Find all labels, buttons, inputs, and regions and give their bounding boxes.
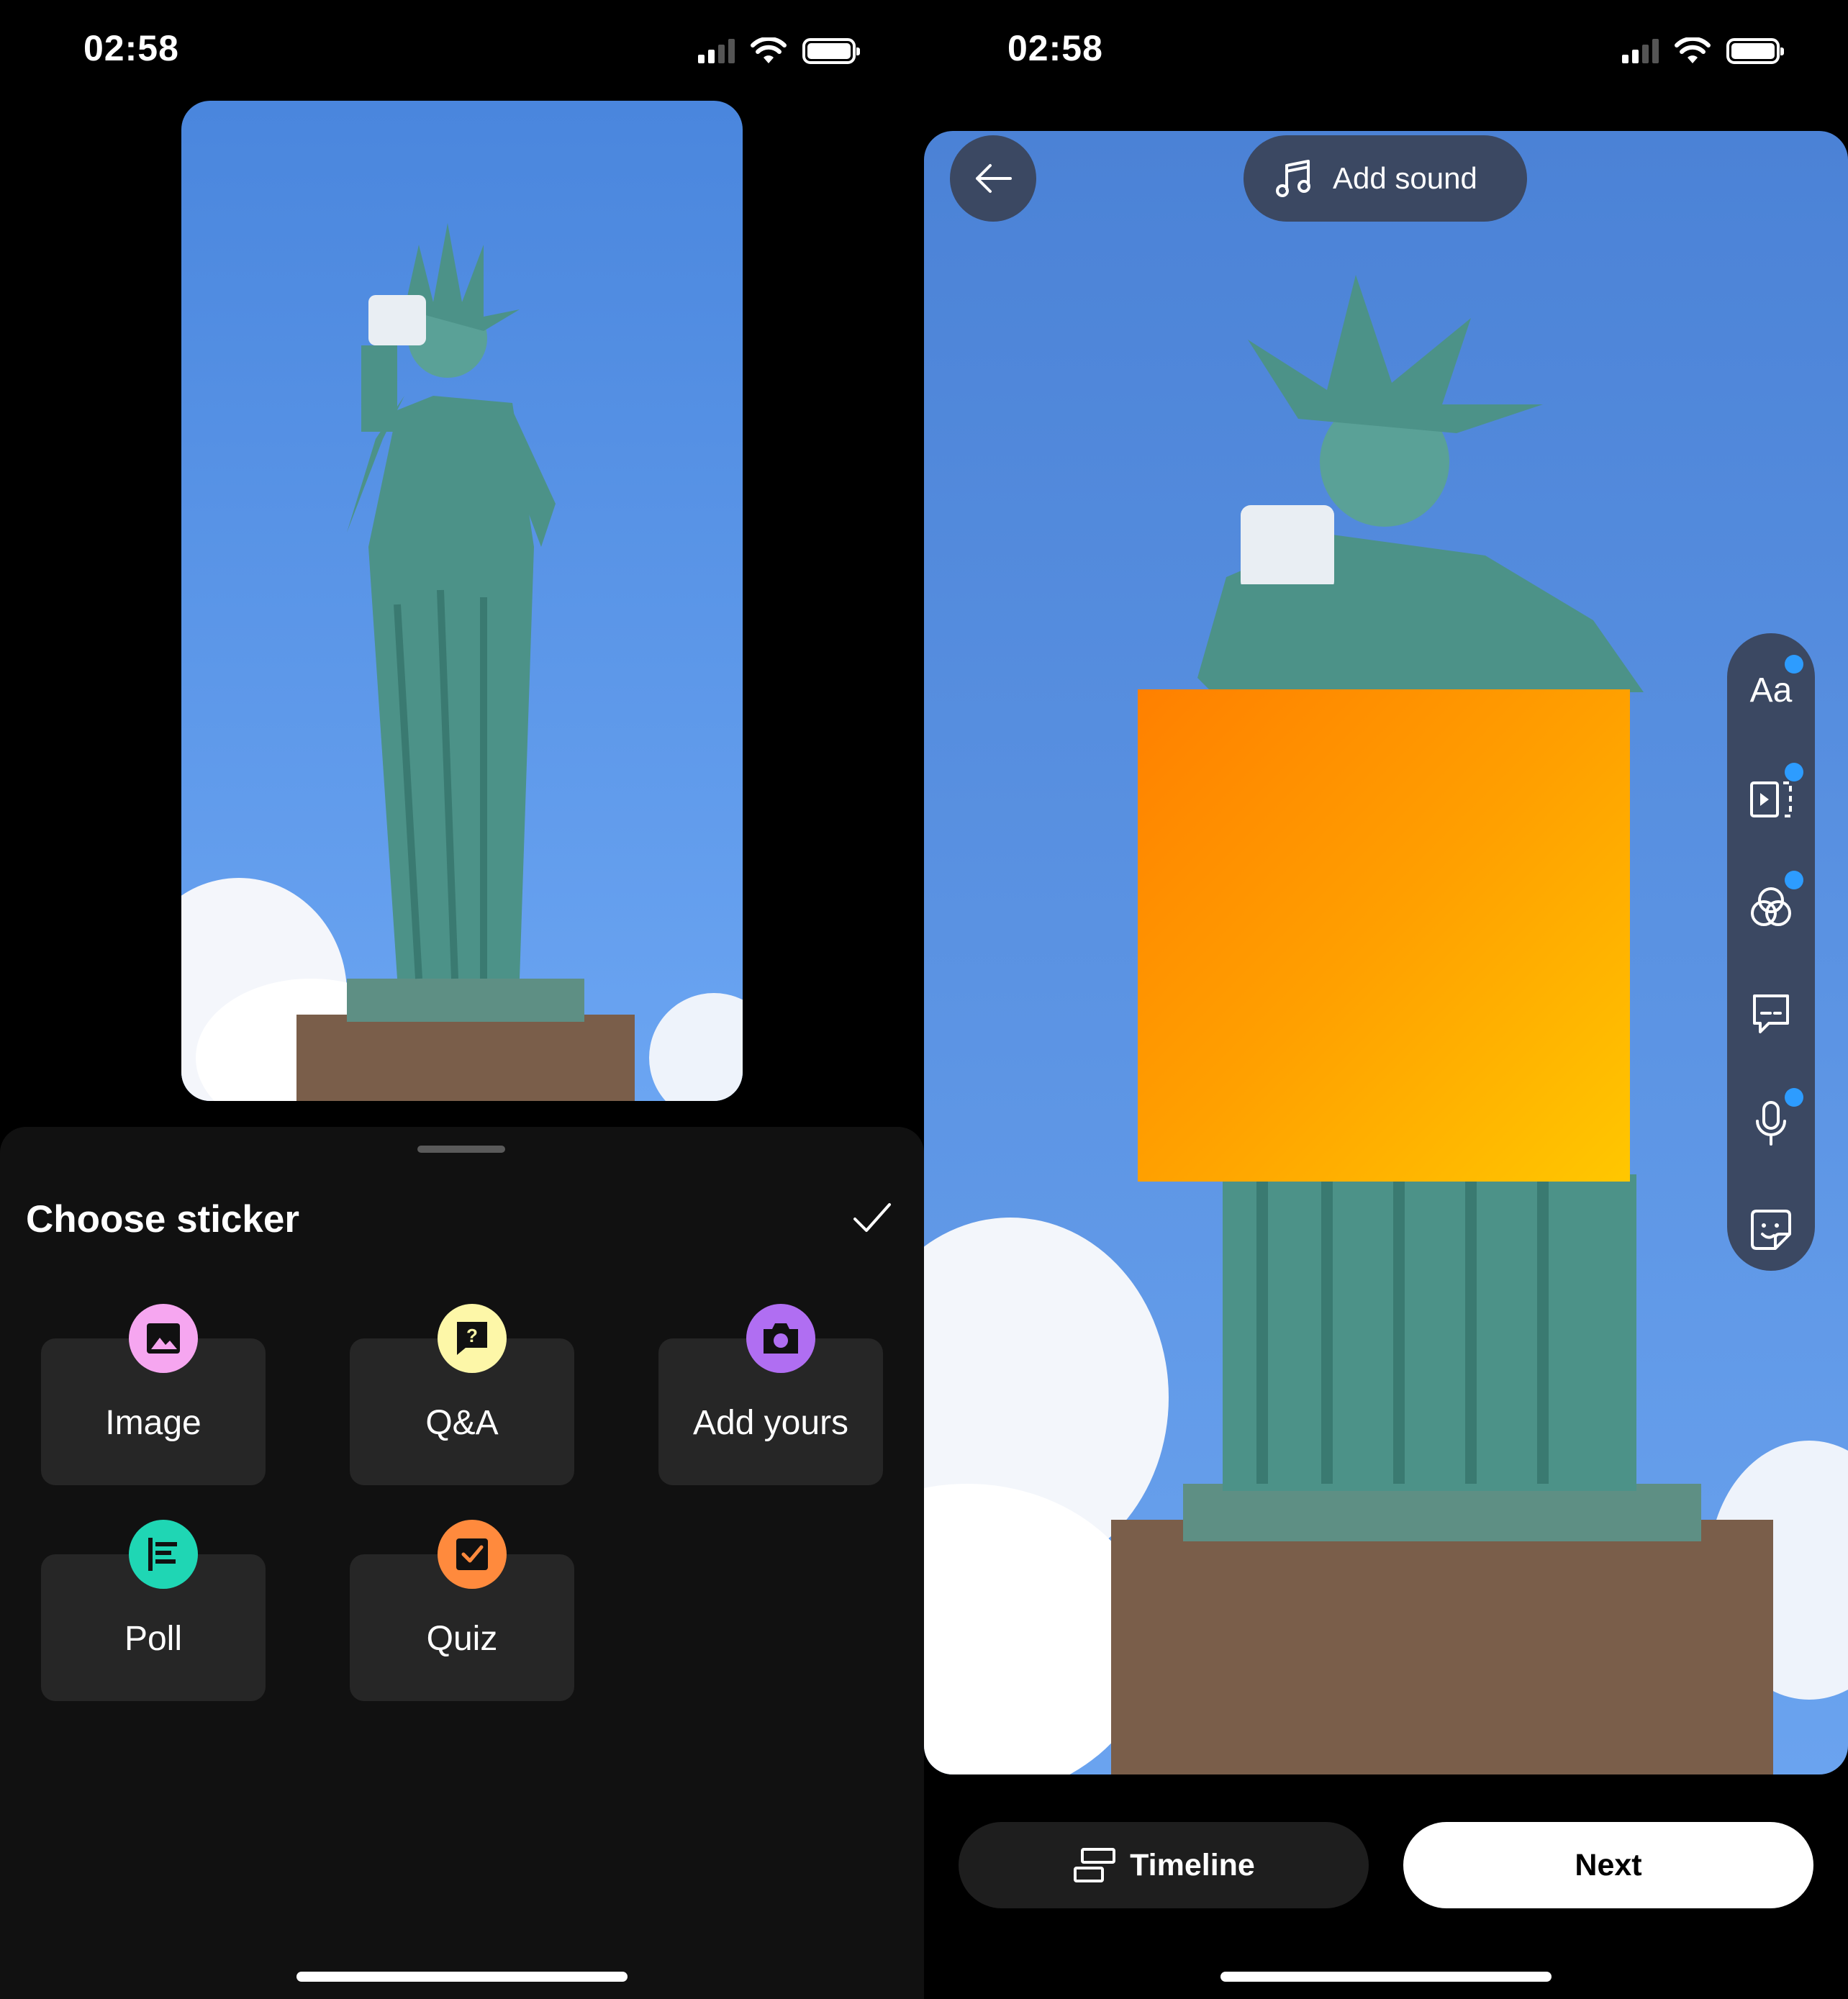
new-feature-dot: [1785, 763, 1803, 781]
cellular-signal-icon: [1622, 39, 1659, 63]
sticker-option-label: Q&A: [425, 1404, 499, 1442]
back-button[interactable]: [950, 135, 1036, 222]
add-sound-button[interactable]: Add sound: [1244, 135, 1527, 222]
arrow-left-icon: [976, 164, 1012, 193]
home-indicator: [296, 1972, 628, 1982]
video-editor-screen: 02:58 Add sound Aa Timeline Next: [924, 0, 1848, 1999]
filters-icon: [1751, 887, 1791, 926]
status-time: 02:58: [83, 28, 179, 68]
sticker-option-label: Poll: [124, 1620, 183, 1658]
status-icons: [698, 37, 860, 65]
poll-icon: [129, 1520, 198, 1589]
svg-text:?: ?: [466, 1325, 478, 1346]
sheet-grabber[interactable]: [417, 1146, 505, 1153]
timeline-label: Timeline: [1130, 1847, 1255, 1882]
new-feature-dot: [1785, 655, 1803, 674]
sticker-option-label: Add yours: [692, 1404, 849, 1442]
sticker-option-label: Image: [105, 1404, 201, 1442]
statue-photo: [181, 101, 743, 1101]
add-sound-label: Add sound: [1333, 161, 1477, 195]
sheet-title: Choose sticker: [26, 1198, 299, 1241]
sticker-option-quiz[interactable]: Quiz: [350, 1520, 574, 1701]
trim-clip-icon: [1750, 781, 1792, 817]
cellular-signal-icon: [698, 39, 735, 63]
sticker-icon: [1751, 1210, 1791, 1250]
sticker-option-add-yours[interactable]: Add yours: [658, 1304, 883, 1485]
status-icons: [1622, 37, 1784, 65]
sticker-tool-button[interactable]: [1727, 1190, 1815, 1269]
sticker-picker-screen: 02:58 Choose sticker Image ? Q&A Add you…: [0, 0, 924, 1999]
next-label: Next: [1575, 1847, 1642, 1882]
sticker-sheet: Choose sticker Image ? Q&A Add yours Pol…: [0, 1127, 924, 1999]
next-button[interactable]: Next: [1403, 1822, 1813, 1908]
wifi-icon: [751, 37, 787, 63]
text-icon: Aa: [1749, 671, 1793, 710]
battery-icon: [1726, 38, 1784, 64]
sticker-option-qa[interactable]: ? Q&A: [350, 1304, 574, 1485]
sticker-option-label: Quiz: [426, 1620, 498, 1658]
image-icon: [129, 1304, 198, 1373]
question-bubble-icon: ?: [438, 1304, 507, 1373]
music-note-icon: [1276, 160, 1310, 197]
sticker-placeholder[interactable]: [1138, 689, 1630, 1182]
wifi-icon: [1675, 37, 1711, 63]
checkbox-icon: [438, 1520, 507, 1589]
sticker-option-poll[interactable]: Poll: [41, 1520, 266, 1701]
new-feature-dot: [1785, 1088, 1803, 1107]
battery-icon: [802, 38, 860, 64]
camera-icon: [746, 1304, 815, 1373]
microphone-icon: [1756, 1101, 1786, 1146]
confirm-check-icon[interactable]: [851, 1196, 894, 1239]
new-feature-dot: [1785, 871, 1803, 889]
timeline-button[interactable]: Timeline: [959, 1822, 1369, 1908]
captions-icon: [1753, 994, 1789, 1033]
editing-tool-rail: Aa: [1727, 633, 1815, 1271]
sticker-option-image[interactable]: Image: [41, 1304, 266, 1485]
status-time: 02:58: [1007, 28, 1103, 68]
captions-tool-button[interactable]: [1727, 974, 1815, 1053]
timeline-icon: [1074, 1848, 1116, 1882]
video-preview: [181, 101, 743, 1101]
home-indicator: [1220, 1972, 1552, 1982]
